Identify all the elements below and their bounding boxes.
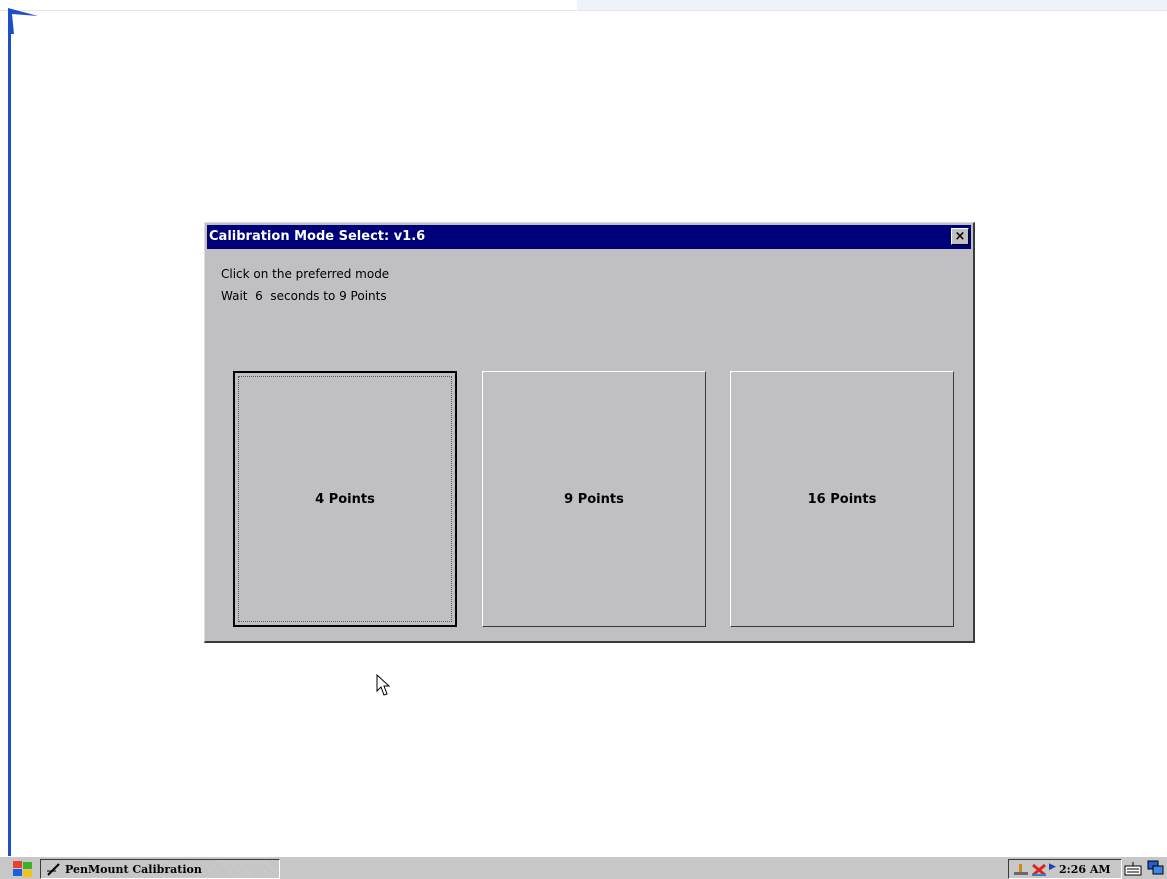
pen-icon	[47, 863, 60, 876]
taskbar: PenMount Calibration ▶ 2:26 AM	[0, 856, 1167, 879]
mouse-pointer-icon	[376, 674, 391, 696]
calibration-edge-line	[8, 10, 11, 856]
windows-flag-icon[interactable]	[10, 860, 36, 878]
mode-4-points-label: 4 Points	[315, 491, 375, 507]
mode-9-points-label: 9 Points	[564, 491, 624, 507]
dialog-title: Calibration Mode Select: v1.6	[209, 229, 426, 244]
mode-9-points-button[interactable]: 9 Points	[482, 371, 706, 627]
mode-4-points-button[interactable]: 4 Points	[233, 371, 457, 627]
switch-icon[interactable]	[1031, 863, 1047, 877]
close-button[interactable]: ×	[951, 228, 969, 245]
mode-16-points-button[interactable]: 16 Points	[730, 371, 954, 627]
countdown-text: Wait 6 seconds to 9 Points	[221, 289, 387, 303]
tray-expand-arrow-icon[interactable]: ▶	[1049, 862, 1056, 872]
calibration-mode-dialog: Calibration Mode Select: v1.6 × Click on…	[204, 222, 975, 643]
mode-16-points-label: 16 Points	[807, 491, 877, 507]
calibration-corner-marker-icon	[8, 8, 38, 34]
clock[interactable]: 2:26 AM	[1059, 863, 1111, 876]
top-strip-highlight	[577, 0, 1167, 10]
task-button-penmount[interactable]: PenMount Calibration	[40, 859, 280, 879]
system-tray: ▶ 2:26 AM	[1008, 859, 1122, 879]
dialog-titlebar: Calibration Mode Select: v1.6 ×	[207, 225, 971, 249]
keyboard-icon[interactable]	[1124, 862, 1142, 876]
network-icon[interactable]	[1013, 863, 1029, 876]
desktop-icon[interactable]	[1147, 860, 1165, 876]
task-button-label: PenMount Calibration	[65, 863, 202, 876]
instruction-text: Click on the preferred mode	[221, 267, 390, 281]
